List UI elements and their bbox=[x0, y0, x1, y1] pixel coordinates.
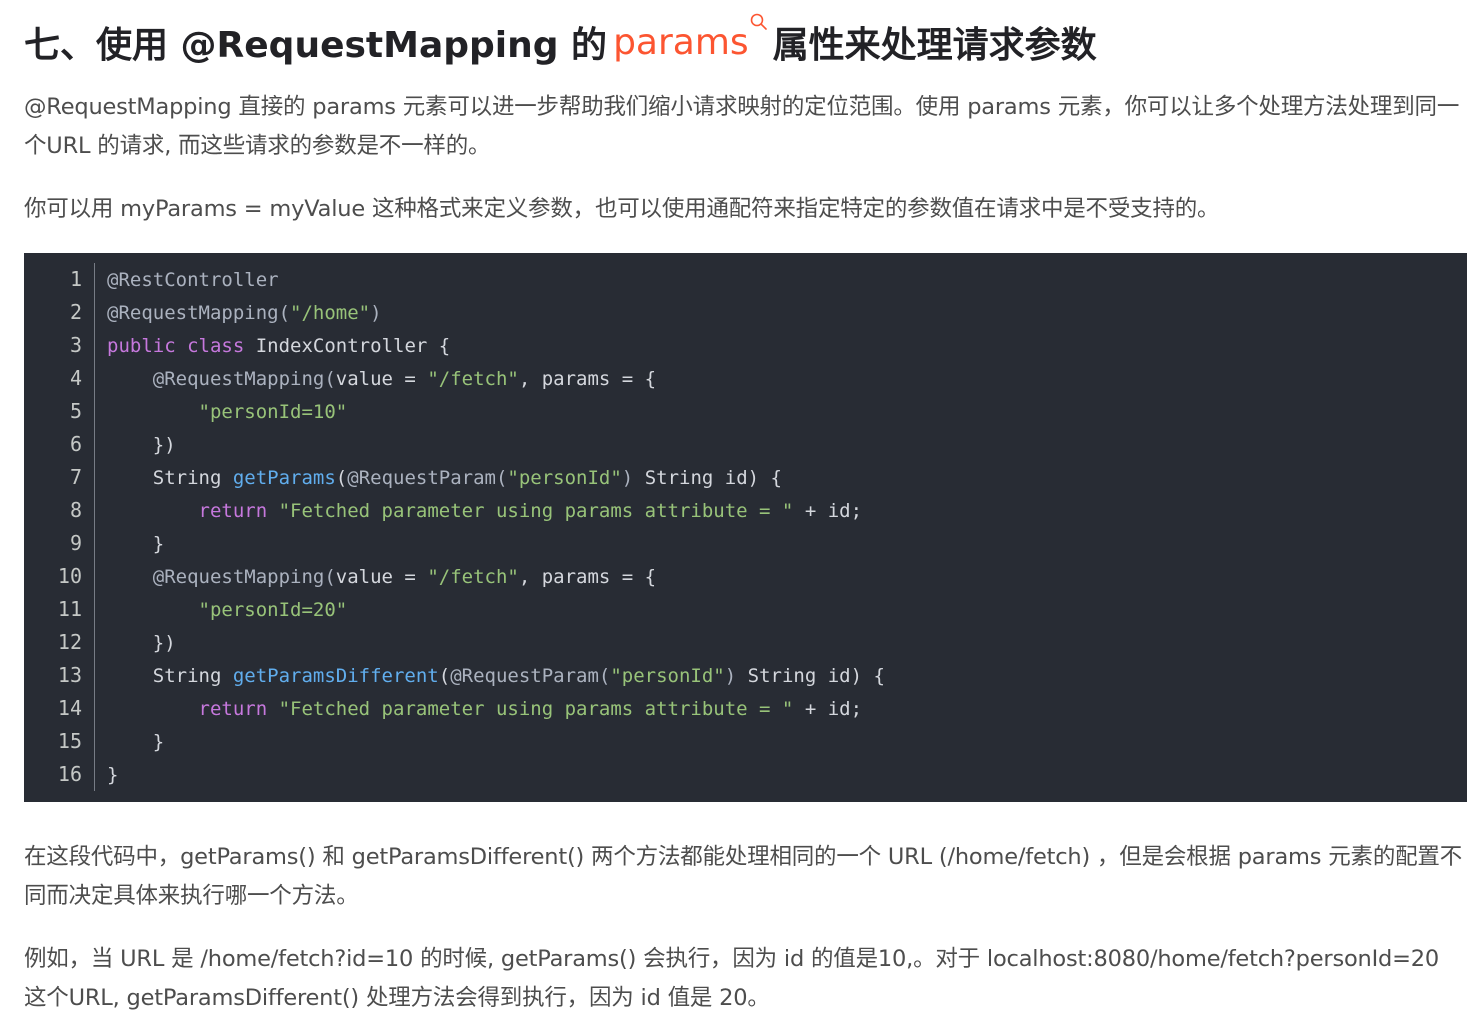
line-number: 1 bbox=[24, 263, 95, 296]
line-number: 2 bbox=[24, 296, 95, 329]
code-text: } bbox=[107, 763, 119, 786]
line-number: 8 bbox=[24, 494, 95, 527]
line-number: 11 bbox=[24, 593, 95, 626]
code-line: 13 String getParamsDifferent(@RequestPar… bbox=[24, 659, 1467, 692]
code-block: 1 @RestController 2 @RequestMapping("/home"… bbox=[24, 253, 1467, 802]
code-text: @RequestMapping(value = "/fetch", params… bbox=[152, 367, 657, 390]
code-line: 4 @RequestMapping(value = "/fetch", para… bbox=[24, 362, 1467, 395]
line-number: 16 bbox=[24, 758, 95, 791]
line-number: 4 bbox=[24, 362, 95, 395]
heading-keyword-link[interactable]: params bbox=[613, 13, 769, 63]
code-text: } bbox=[107, 730, 165, 753]
paragraph-format: 你可以用 myParams = myValue 这种格式来定义参数，也可以使用通… bbox=[24, 196, 1220, 222]
search-icon[interactable] bbox=[749, 12, 769, 32]
code-text: "personId=20" bbox=[198, 598, 348, 621]
code-line: 7 String getParams(@RequestParam("person… bbox=[24, 461, 1467, 494]
code-line: 16} bbox=[24, 758, 1467, 791]
code-text: } bbox=[107, 532, 165, 555]
line-number: 6 bbox=[24, 428, 95, 461]
article-heading: 七、使用 @RequestMapping 的 params 属性来处理请求参数 bbox=[24, 13, 1097, 70]
line-number: 3 bbox=[24, 329, 95, 362]
code-line: 6 }) bbox=[24, 428, 1467, 461]
code-line: 9 } bbox=[24, 527, 1467, 560]
code-text: @RequestMapping(value = "/fetch", params… bbox=[152, 565, 657, 588]
code-text: return "Fetched parameter using params a… bbox=[198, 499, 863, 522]
code-line: 14 return "Fetched parameter using param… bbox=[24, 692, 1467, 725]
code-text: @RequestMapping("/home") bbox=[107, 301, 382, 324]
code-text: String getParams(@RequestParam("personId… bbox=[107, 466, 782, 489]
code-line: 1 @RestController bbox=[24, 263, 1467, 296]
code-line: 8 return "Fetched parameter using params… bbox=[24, 494, 1467, 527]
line-number: 12 bbox=[24, 626, 95, 659]
code-text: }) bbox=[107, 433, 176, 456]
code-line: 10 @RequestMapping(value = "/fetch", par… bbox=[24, 560, 1467, 593]
line-number: 14 bbox=[24, 692, 95, 725]
heading-prefix: 七、使用 @RequestMapping 的 bbox=[24, 25, 608, 66]
code-text: "personId=10" bbox=[198, 400, 348, 423]
code-text: return "Fetched parameter using params a… bbox=[198, 697, 863, 720]
line-number: 13 bbox=[24, 659, 95, 692]
code-text: String getParamsDifferent(@RequestParam(… bbox=[107, 664, 885, 687]
code-line: 3 public class IndexController { bbox=[24, 329, 1467, 362]
paragraph-intro: @RequestMapping 直接的 params 元素可以进一步帮助我们缩小… bbox=[24, 94, 1460, 159]
code-line: 12 }) bbox=[24, 626, 1467, 659]
code-text: @RestController bbox=[107, 268, 279, 291]
heading-keyword-text: params bbox=[613, 21, 749, 63]
line-number: 7 bbox=[24, 461, 95, 494]
line-number: 9 bbox=[24, 527, 95, 560]
code-text: }) bbox=[107, 631, 176, 654]
heading-suffix: 属性来处理请求参数 bbox=[772, 25, 1097, 66]
code-line: 2 @RequestMapping("/home") bbox=[24, 296, 1467, 329]
line-number: 15 bbox=[24, 725, 95, 758]
code-line: 15 } bbox=[24, 725, 1467, 758]
code-text: public class IndexController { bbox=[107, 334, 451, 357]
code-line: 11 "personId=20" bbox=[24, 593, 1467, 626]
line-number: 5 bbox=[24, 395, 95, 428]
code-line: 5 "personId=10" bbox=[24, 395, 1467, 428]
line-number: 10 bbox=[24, 560, 95, 593]
paragraph-example: 例如，当 URL 是 /home/fetch?id=10 的时候, getPar… bbox=[24, 946, 1439, 1011]
paragraph-explanation: 在这段代码中，getParams() 和 getParamsDifferent(… bbox=[24, 844, 1463, 909]
